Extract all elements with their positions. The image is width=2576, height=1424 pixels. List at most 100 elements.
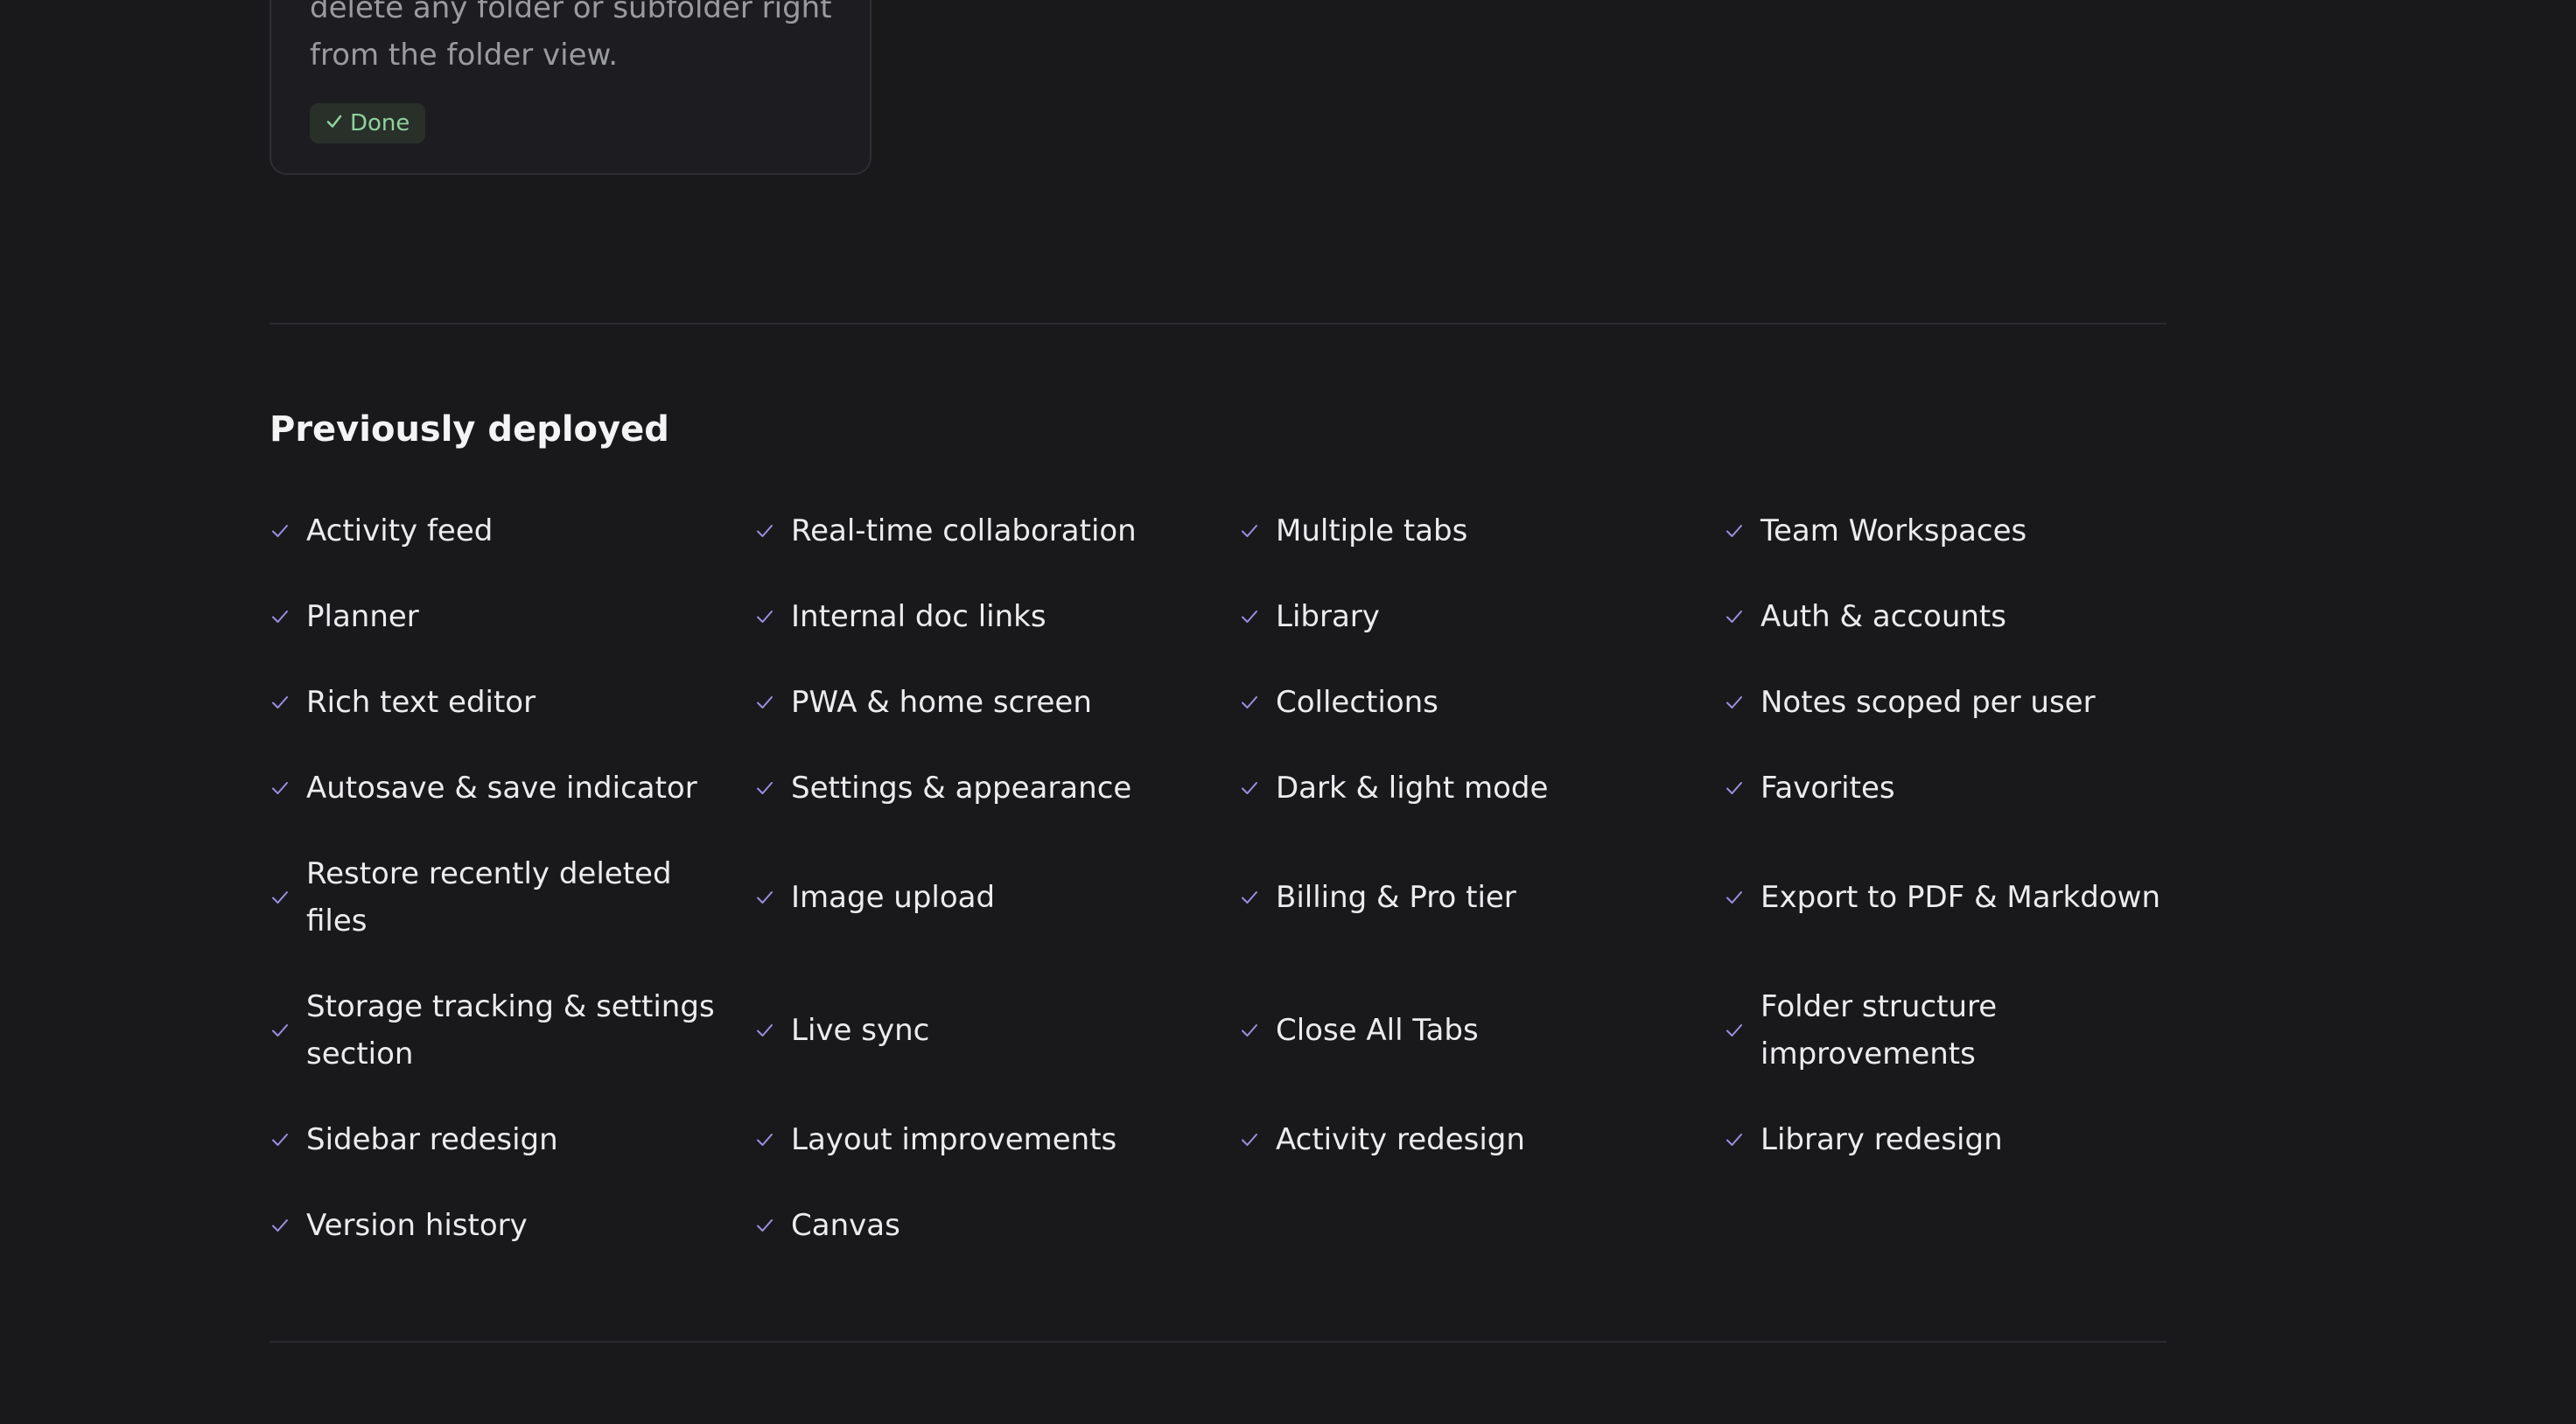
section-title: Previously deployed [270,409,669,450]
deployed-feature-label: Favorites [1760,771,1895,806]
deployed-feature-label: Planner [306,599,419,634]
check-icon [1239,692,1260,713]
deployed-feature-label: Multiple tabs [1276,513,1468,548]
deployed-feature-label: Restore recently deleted files [306,856,672,939]
deployed-feature-label: Image upload [791,880,996,915]
feature-card-description: delete any folder or subfolder right fro… [310,0,832,73]
check-icon [754,1215,775,1236]
deployed-feature-item: PWA & home screen [754,679,1239,726]
check-icon [754,778,775,799]
deployed-feature-item: Auth & accounts [1724,593,2166,640]
check-icon [1724,692,1745,713]
check-icon [1724,778,1745,799]
deployed-feature-item: Planner [270,593,754,640]
check-icon [1239,778,1260,799]
deployed-feature-label: Activity feed [306,513,494,548]
deployed-feature-label: Library [1276,599,1380,634]
check-icon [1724,606,1745,627]
deployed-feature-item: Library redesign [1724,1116,2166,1163]
deployed-feature-item: Live sync [754,983,1239,1078]
deployed-feature-item: Multiple tabs [1239,507,1724,555]
check-icon [754,520,775,541]
check-icon [754,887,775,908]
status-badge: Done [310,103,426,143]
deployed-feature-label: Settings & appearance [791,771,1132,806]
check-icon [754,1020,775,1041]
deployed-feature-label: Close All Tabs [1276,1013,1479,1048]
check-icon [1724,1129,1745,1150]
deployed-feature-item: Restore recently deleted files [270,850,754,945]
deployed-feature-label: Sidebar redesign [306,1122,558,1157]
deployed-feature-label: Export to PDF & Markdown [1760,880,2160,915]
check-icon [270,1129,290,1150]
deployed-feature-item: Rich text editor [270,679,754,726]
deployed-feature-item: Dark & light mode [1239,764,1724,812]
deployed-feature-label: Canvas [791,1208,900,1243]
deployed-feature-item: Canvas [754,1202,1239,1249]
check-icon [270,887,290,908]
deployed-feature-item: Image upload [754,850,1239,945]
check-icon [1724,887,1745,908]
deployed-feature-item: Real-time collaboration [754,507,1239,555]
deployed-feature-label: Billing & Pro tier [1276,880,1516,915]
check-icon [270,520,290,541]
deployed-feature-item: Folder structure improvements [1724,983,2166,1078]
deployed-feature-item: Layout improvements [754,1116,1239,1163]
deployed-feature-item: Activity feed [270,507,754,555]
deployed-feature-item: Favorites [1724,764,2166,812]
check-icon [754,606,775,627]
check-icon [1239,520,1260,541]
deployed-feature-label: Notes scoped per user [1760,685,2096,720]
deployed-feature-item: Collections [1239,679,1724,726]
deployed-feature-label: Library redesign [1760,1122,2003,1157]
deployed-feature-item: Storage tracking & settings section [270,983,754,1078]
deployed-feature-item: Autosave & save indicator [270,764,754,812]
deployed-feature-label: Real-time collaboration [791,513,1137,548]
check-icon [270,1215,290,1236]
deployed-feature-label: Live sync [791,1013,930,1048]
check-icon [754,692,775,713]
deployed-feature-item: Internal doc links [754,593,1239,640]
deployed-feature-label: Internal doc links [791,599,1046,634]
deployed-features-list: Activity feed Real-time collaboration Mult… [270,507,2166,1249]
check-icon [1239,887,1260,908]
deployed-feature-label: Version history [306,1208,528,1243]
check-icon [270,778,290,799]
deployed-feature-label: Activity redesign [1276,1122,1525,1157]
status-badge-label: Done [350,110,410,136]
deployed-feature-item: Close All Tabs [1239,983,1724,1078]
check-icon [326,103,343,143]
check-icon [270,692,290,713]
deployed-feature-label: Dark & light mode [1276,771,1549,806]
deployed-feature-label: Storage tracking & settings section [306,989,715,1071]
deployed-feature-label: Team Workspaces [1760,513,2027,548]
deployed-feature-item: Team Workspaces [1724,507,2166,555]
changelog-page: delete any folder or subfolder right fro… [0,0,2576,1424]
check-icon [270,1020,290,1041]
deployed-feature-item: Version history [270,1202,754,1249]
feature-card: delete any folder or subfolder right fro… [270,0,872,175]
check-icon [1239,606,1260,627]
deployed-feature-label: Autosave & save indicator [306,771,697,806]
check-icon [270,606,290,627]
check-icon [1724,1020,1745,1041]
deployed-feature-label: Folder structure improvements [1760,989,1998,1071]
deployed-feature-item: Billing & Pro tier [1239,850,1724,945]
deployed-feature-item: Notes scoped per user [1724,679,2166,726]
check-icon [1239,1129,1260,1150]
section-divider-top [270,323,2166,325]
deployed-feature-label: Layout improvements [791,1122,1117,1157]
deployed-feature-item: Export to PDF & Markdown [1724,850,2166,945]
deployed-feature-label: Rich text editor [306,685,536,720]
section-divider-bottom [270,1341,2166,1343]
deployed-feature-label: Collections [1276,685,1438,720]
check-icon [754,1129,775,1150]
check-icon [1724,520,1745,541]
deployed-feature-item: Sidebar redesign [270,1116,754,1163]
deployed-feature-item: Library [1239,593,1724,640]
check-icon [1239,1020,1260,1041]
deployed-feature-item: Activity redesign [1239,1116,1724,1163]
deployed-feature-label: Auth & accounts [1760,599,2006,634]
deployed-feature-label: PWA & home screen [791,685,1092,720]
deployed-feature-item: Settings & appearance [754,764,1239,812]
